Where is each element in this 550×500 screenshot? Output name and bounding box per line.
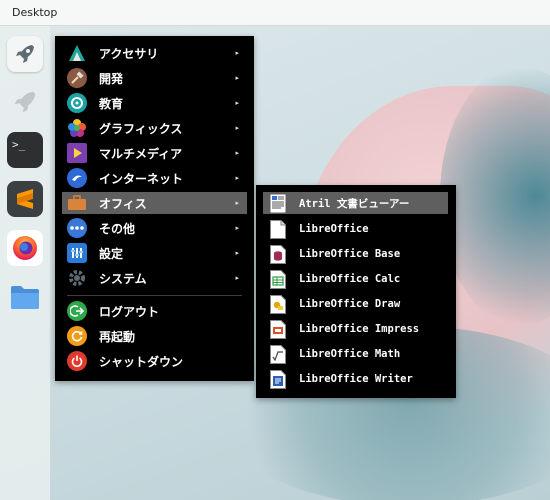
restart-icon — [67, 326, 87, 346]
menu-item-label: ログアウト — [99, 304, 160, 319]
submenu-arrow-icon: ▸ — [235, 149, 239, 157]
menu-item-label: 再起動 — [99, 329, 136, 344]
submenu-item-atril[interactable]: Atril 文書ビューアー — [263, 192, 448, 214]
submenu-arrow-icon: ▸ — [235, 174, 239, 182]
submenu-arrow-icon: ▸ — [235, 99, 239, 107]
submenu-arrow-icon: ▸ — [235, 124, 239, 132]
office-submenu: Atril 文書ビューアー LibreOffice LibreOffice Ba… — [256, 185, 456, 398]
submenu-item-label: LibreOffice Calc — [299, 273, 401, 285]
dock-sublime-button[interactable] — [7, 181, 43, 217]
menu-item-restart[interactable]: 再起動 — [62, 325, 247, 347]
menu-item-office[interactable]: オフィス ▸ — [62, 192, 247, 214]
graphics-icon — [67, 118, 87, 138]
menu-item-other[interactable]: その他 ▸ — [62, 217, 247, 239]
submenu-arrow-icon: ▸ — [235, 49, 239, 57]
libreoffice-writer-icon — [270, 369, 286, 389]
terminal-icon: >_ — [12, 138, 26, 151]
libreoffice-icon — [270, 219, 286, 239]
dock-firefox-button[interactable] — [7, 230, 43, 266]
menu-item-label: アクセサリ — [99, 46, 159, 61]
submenu-item-label: LibreOffice Writer — [299, 373, 413, 385]
multimedia-icon — [67, 143, 87, 163]
menu-item-label: マルチメディア — [99, 146, 183, 161]
menu-item-development[interactable]: 開発 ▸ — [62, 67, 247, 89]
menu-item-label: オフィス — [99, 196, 147, 211]
menu-item-education[interactable]: 教育 ▸ — [62, 92, 247, 114]
menu-item-multimedia[interactable]: マルチメディア ▸ — [62, 142, 247, 164]
menu-item-settings[interactable]: 設定 ▸ — [62, 242, 247, 264]
libreoffice-calc-icon — [270, 269, 286, 289]
menu-item-graphics[interactable]: グラフィックス ▸ — [62, 117, 247, 139]
submenu-item-libreoffice-math[interactable]: LibreOffice Math — [263, 343, 448, 365]
menu-item-label: その他 — [99, 221, 136, 236]
submenu-item-libreoffice-impress[interactable]: LibreOffice Impress — [263, 318, 448, 340]
window-title: Desktop — [12, 6, 58, 19]
firefox-icon — [13, 236, 37, 260]
settings-icon — [67, 243, 87, 263]
menu-item-label: 開発 — [99, 71, 124, 86]
libreoffice-draw-icon — [270, 294, 286, 314]
development-icon — [67, 68, 87, 88]
window-titlebar: Desktop — [0, 0, 550, 26]
menu-item-internet[interactable]: インターネット ▸ — [62, 167, 247, 189]
menu-item-shutdown[interactable]: シャットダウン — [62, 350, 247, 372]
submenu-arrow-icon: ▸ — [235, 74, 239, 82]
submenu-item-label: LibreOffice Math — [299, 348, 401, 360]
dock-rocket-button[interactable] — [7, 84, 43, 120]
dock-launcher-button[interactable] — [7, 36, 43, 72]
rocket-outline-icon — [14, 91, 36, 113]
submenu-item-libreoffice-base[interactable]: LibreOffice Base — [263, 243, 448, 265]
dock-files-button[interactable] — [7, 279, 43, 315]
menu-item-label: インターネット — [99, 171, 184, 186]
other-icon — [67, 218, 87, 238]
office-icon — [67, 193, 87, 213]
submenu-item-libreoffice[interactable]: LibreOffice — [263, 218, 448, 240]
folder-icon — [11, 286, 39, 309]
submenu-item-label: LibreOffice Impress — [299, 323, 420, 335]
menu-item-label: 教育 — [99, 96, 124, 111]
submenu-arrow-icon: ▸ — [235, 274, 239, 282]
rocket-icon — [16, 45, 34, 63]
menu-item-label: システム — [99, 271, 147, 286]
submenu-item-libreoffice-draw[interactable]: LibreOffice Draw — [263, 293, 448, 315]
submenu-arrow-icon: ▸ — [235, 224, 239, 232]
logout-icon — [67, 301, 87, 321]
submenu-item-libreoffice-writer[interactable]: LibreOffice Writer — [263, 368, 448, 390]
submenu-item-label: LibreOffice Draw — [299, 298, 401, 310]
menu-item-logout[interactable]: ログアウト — [62, 300, 247, 322]
menu-item-label: グラフィックス — [99, 121, 183, 136]
libreoffice-math-icon — [270, 344, 286, 364]
menu-item-accessories[interactable]: アクセサリ ▸ — [62, 42, 247, 64]
menu-item-system[interactable]: システム ▸ — [62, 267, 247, 289]
dock: >_ — [0, 26, 50, 500]
libreoffice-base-icon — [270, 244, 286, 264]
submenu-item-libreoffice-calc[interactable]: LibreOffice Calc — [263, 268, 448, 290]
submenu-arrow-icon: ▸ — [235, 249, 239, 257]
sublime-text-icon — [17, 189, 33, 209]
accessories-icon — [67, 43, 87, 63]
shutdown-icon — [67, 351, 87, 371]
submenu-item-label: Atril 文書ビューアー — [299, 197, 410, 210]
application-menu: アクセサリ ▸ 開発 ▸ 教育 ▸ グラフィックス ▸ マルチメディア ▸ イン… — [55, 36, 254, 381]
submenu-item-label: LibreOffice Base — [299, 248, 401, 260]
system-icon — [67, 268, 87, 288]
libreoffice-impress-icon — [270, 319, 286, 339]
menu-item-label: シャットダウン — [99, 354, 184, 369]
menu-item-label: 設定 — [99, 246, 124, 261]
submenu-arrow-icon: ▸ — [235, 199, 239, 207]
dock-terminal-button[interactable]: >_ — [7, 132, 43, 168]
menu-separator — [67, 295, 242, 296]
atril-icon — [270, 194, 286, 212]
internet-icon — [67, 168, 87, 188]
submenu-item-label: LibreOffice — [299, 223, 369, 235]
education-icon — [67, 93, 87, 113]
